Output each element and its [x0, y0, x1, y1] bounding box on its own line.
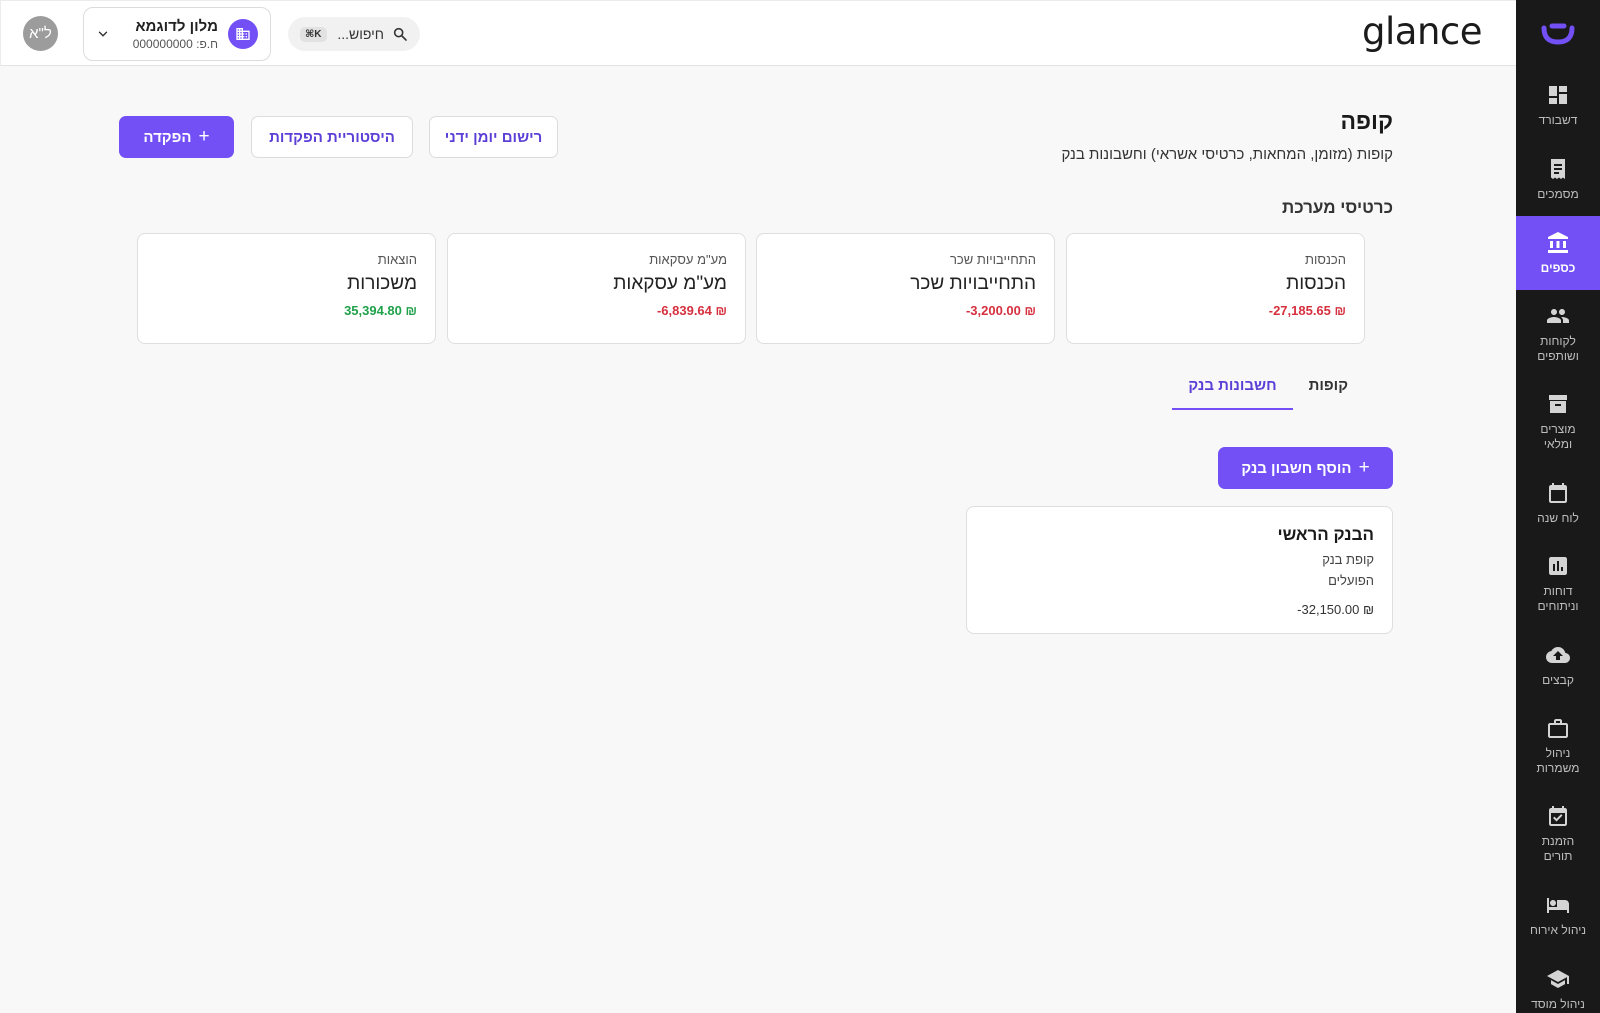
sidebar-item-files[interactable]: קבצים: [1516, 628, 1600, 702]
main-content: קופה קופות (מזומן, המחאות, כרטיסי אשראי)…: [0, 66, 1516, 1013]
search-shortcut-badge: K⌘: [300, 26, 327, 42]
deposit-label: הפקדה: [143, 128, 192, 146]
business-avatar: [228, 19, 258, 49]
system-card[interactable]: הוצאות משכורות 35,394.80 ₪: [137, 233, 436, 344]
bank-account-type: קופת בנק: [1322, 552, 1374, 567]
business-name: מלון לדוגמא: [135, 17, 218, 35]
main-sidebar: דשבורד מסמכים כספים לקוחות ושותפים מוצרי…: [1516, 0, 1600, 1013]
system-card[interactable]: הכנסות הכנסות -27,185.65 ₪: [1066, 233, 1365, 344]
bank-account-balance: -32,150.00 ₪: [1297, 602, 1374, 617]
card-label: התחייבויות שכר: [949, 252, 1036, 267]
add-bank-account-button[interactable]: + הוסף חשבון בנק: [1218, 447, 1393, 489]
sidebar-item-finance[interactable]: כספים: [1516, 216, 1600, 290]
deposit-history-button[interactable]: היסטוריית הפקדות: [251, 116, 413, 158]
card-label: הוצאות: [377, 252, 417, 267]
card-label: הכנסות: [1304, 252, 1346, 267]
top-bar: glance חיפוש... K⌘ מלון לדוגמא ח.פ: 0000…: [0, 0, 1516, 66]
system-card[interactable]: מע"מ עסקאות מע"מ עסקאות -6,839.64 ₪: [447, 233, 746, 344]
archive-icon: [1549, 395, 1567, 413]
app-logo[interactable]: [1516, 0, 1600, 68]
bank-account-card[interactable]: הבנק הראשי קופת בנק הפועלים -32,150.00 ₪: [966, 506, 1393, 634]
sidebar-item-label: מסמכים: [1537, 186, 1579, 201]
sidebar-item-label: ניהול אירוח: [1529, 922, 1587, 937]
sidebar-item-shifts[interactable]: ניהול משמרות: [1516, 702, 1600, 790]
bed-icon: [1547, 897, 1569, 913]
sidebar-item-label: מוצרים ומלאי: [1540, 422, 1576, 451]
sidebar-item-calendar[interactable]: לוח שנה: [1516, 466, 1600, 540]
card-amount: -27,185.65 ₪: [1268, 303, 1346, 318]
sidebar-item-label: דוחות וניתוחים: [1537, 584, 1579, 613]
bank-account-bank: הפועלים: [1328, 573, 1374, 588]
logo-icon: [1541, 23, 1575, 45]
card-title: התחייבויות שכר: [910, 273, 1036, 294]
manual-journal-button[interactable]: רישום יומן ידני: [429, 116, 558, 158]
sidebar-item-reports[interactable]: דוחות וניתוחים: [1516, 540, 1600, 628]
plus-icon: +: [1358, 457, 1370, 478]
card-label: מע"מ עסקאות: [649, 252, 727, 267]
sidebar-item-dashboard[interactable]: דשבורד: [1516, 68, 1600, 142]
deposit-button[interactable]: + הפקדה: [119, 116, 234, 158]
sidebar-item-label: ניהול משמרות: [1536, 746, 1580, 775]
dashboard-icon: [1549, 85, 1567, 104]
sidebar-item-label: דשבורד: [1538, 112, 1578, 127]
tab-registers[interactable]: קופות: [1293, 377, 1364, 410]
search-icon: [393, 27, 407, 41]
bank-account-name: הבנק הראשי: [1277, 525, 1374, 544]
sidebar-item-products[interactable]: מוצרים ומלאי: [1516, 378, 1600, 466]
people-icon: [1547, 309, 1569, 323]
bank-icon: [1548, 231, 1568, 253]
page-subtitle: קופות (מזומן, המחאות, כרטיסי אשראי) וחשב…: [1061, 146, 1393, 163]
search-placeholder: חיפוש...: [337, 26, 384, 42]
system-card[interactable]: התחייבויות שכר התחייבויות שכר -3,200.00 …: [756, 233, 1055, 344]
business-selector[interactable]: מלון לדוגמא ח.פ: 000000000: [83, 7, 271, 61]
document-icon: [1551, 158, 1565, 179]
card-amount: -3,200.00 ₪: [965, 303, 1036, 318]
business-id: ח.פ: 000000000: [132, 36, 218, 51]
deposit-history-label: היסטוריית הפקדות: [269, 128, 395, 146]
calendar-check-icon: [1549, 806, 1567, 826]
card-title: משכורות: [347, 273, 417, 294]
calendar-icon: [1549, 482, 1567, 503]
sidebar-item-label: לקוחות ושותפים: [1537, 334, 1579, 363]
sidebar-item-documents[interactable]: מסמכים: [1516, 142, 1600, 216]
sidebar-item-institution[interactable]: ניהול מוסד: [1516, 952, 1600, 1013]
cloud-upload-icon: [1546, 646, 1570, 663]
card-title: מע"מ עסקאות: [613, 273, 727, 294]
card-amount: -6,839.64 ₪: [656, 303, 727, 318]
school-icon: [1547, 969, 1569, 988]
sidebar-item-label: לוח שנה: [1537, 510, 1579, 525]
search-input[interactable]: חיפוש... K⌘: [288, 17, 420, 51]
chevron-down-icon: [98, 31, 108, 37]
sidebar-item-appointments[interactable]: הזמנת תורים: [1516, 790, 1600, 878]
add-bank-account-label: הוסף חשבון בנק: [1241, 459, 1352, 477]
building-icon: [236, 28, 250, 40]
sidebar-item-hospitality[interactable]: ניהול אירוח: [1516, 878, 1600, 952]
tab-bank-accounts[interactable]: חשבונות בנק: [1172, 377, 1293, 410]
user-avatar[interactable]: ל"א: [23, 16, 58, 51]
chart-icon: [1549, 557, 1567, 575]
sidebar-item-label: קבצים: [1542, 672, 1574, 687]
manual-journal-label: רישום יומן ידני: [444, 128, 543, 146]
plus-icon: +: [198, 126, 210, 147]
system-cards-title: כרטיסי מערכת: [1282, 198, 1393, 217]
card-title: הכנסות: [1286, 273, 1346, 294]
brand-wordmark[interactable]: glance: [1362, 10, 1483, 53]
briefcase-icon: [1548, 719, 1568, 738]
card-amount: 35,394.80 ₪: [344, 303, 417, 318]
sidebar-item-customers[interactable]: לקוחות ושותפים: [1516, 290, 1600, 378]
tab-bar: קופות חשבונות בנק: [1172, 377, 1364, 410]
sidebar-item-label: כספים: [1540, 260, 1576, 275]
sidebar-item-label: ניהול מוסד: [1531, 996, 1585, 1011]
sidebar-item-label: הזמנת תורים: [1541, 834, 1575, 863]
page-title: קופה: [1340, 108, 1393, 134]
